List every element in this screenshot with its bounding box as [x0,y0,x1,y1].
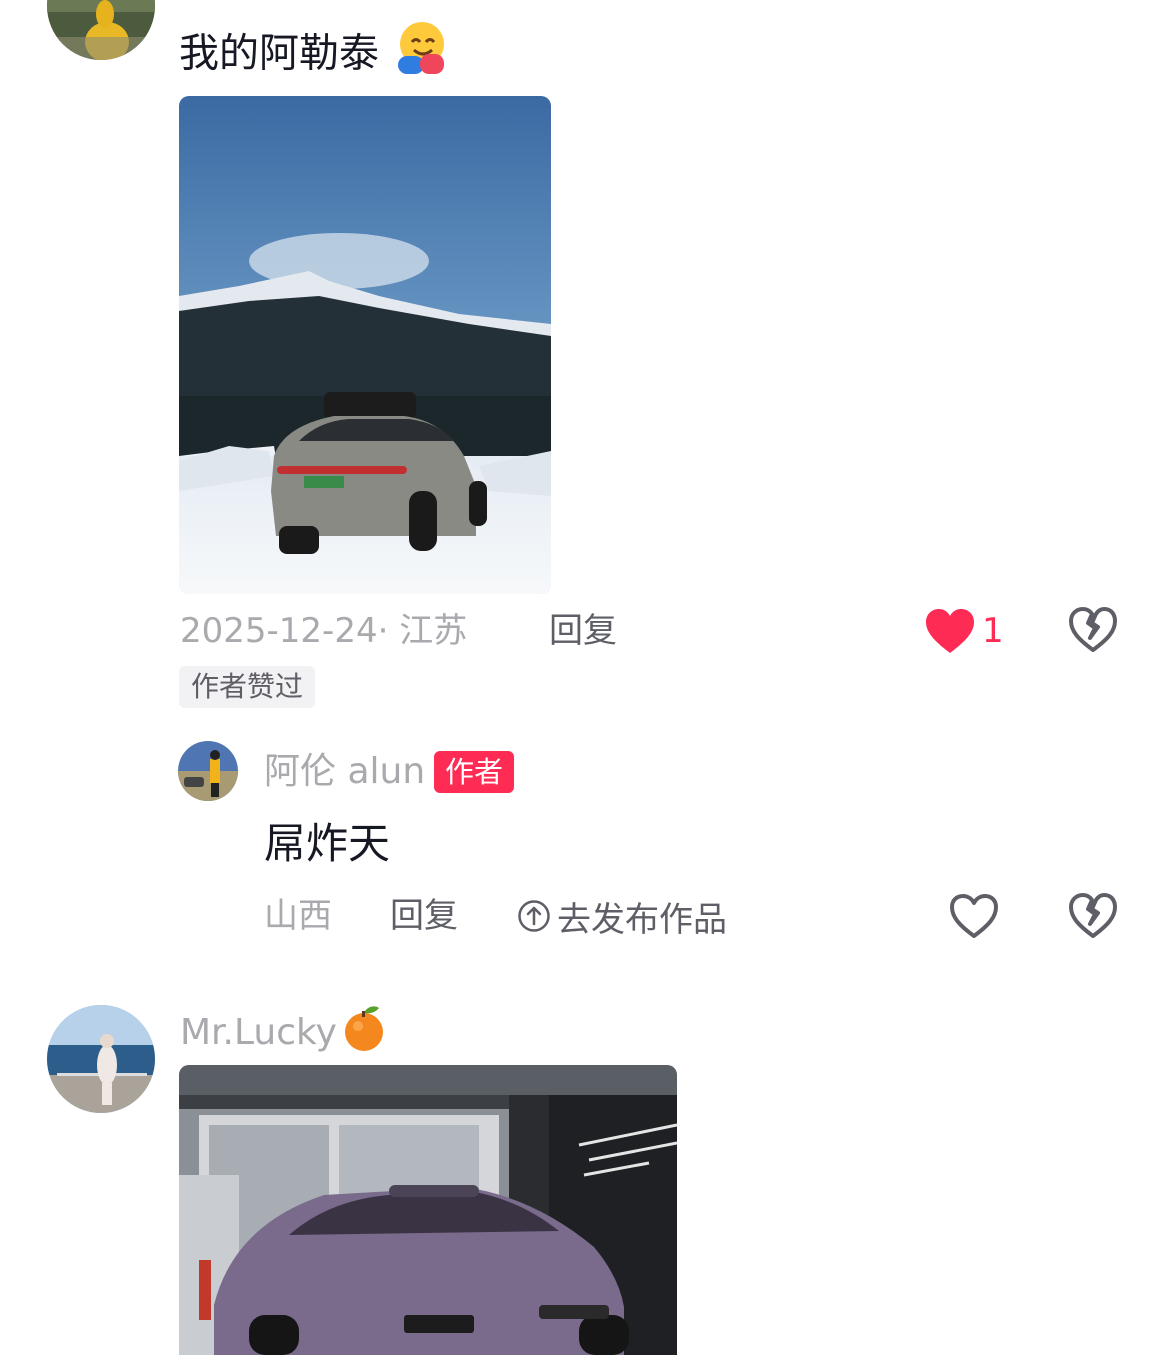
commenter-avatar[interactable] [47,0,155,60]
like-count: 1 [982,611,1004,651]
meta-separator: · [377,611,389,651]
author-tag: 作者 [434,751,515,793]
comment-image-purple-car[interactable] [179,1065,677,1355]
hugging-face-emoji [392,20,448,91]
publish-work-label: 去发布作品 [557,899,727,940]
reply-text: 屌炸天 [264,819,391,868]
reply-author-avatar[interactable] [178,741,238,801]
like-button[interactable]: 1 [924,606,1004,656]
comment-text: 我的阿勒泰 [179,20,448,91]
comment-text-content: 我的阿勒泰 [179,30,379,77]
publish-work-button[interactable]: 去发布作品 [517,893,727,940]
reply-dislike-button[interactable] [1068,892,1118,940]
comment-date: 2025-12-24 [180,611,378,651]
broken-heart-icon [1069,893,1117,938]
commenter-username[interactable]: Mr.Lucky [180,1004,387,1060]
reply-button[interactable]: 回复 [549,608,617,654]
heart-filled-icon [926,609,974,653]
author-liked-tag: 作者赞过 [179,666,316,708]
reply-location: 山西 [264,896,332,936]
reply-like-button[interactable] [948,892,1000,940]
commenter-username-text: Mr.Lucky [180,1011,337,1053]
comment-image-snow-car[interactable] [179,96,551,594]
tangerine-emoji [341,1003,387,1062]
broken-heart-icon [1069,607,1117,652]
dislike-button[interactable] [1068,606,1118,656]
upload-circle-icon [518,900,550,932]
reply-username[interactable]: 阿伦 alun [264,749,425,795]
commenter-avatar[interactable] [47,1005,155,1113]
comment-meta: 2025-12-24· 江苏 [180,608,467,654]
comment-location: 江苏 [399,611,468,651]
reply-reply-button[interactable]: 回复 [390,893,458,939]
heart-outline-icon [950,894,998,938]
